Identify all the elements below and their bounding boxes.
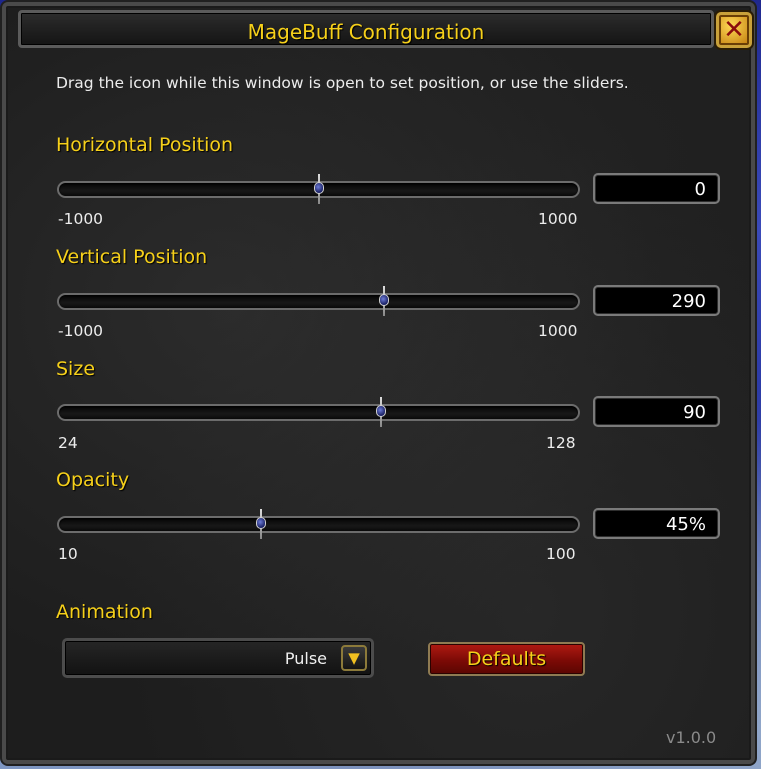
opacity-min: 10 [58, 545, 78, 563]
horizontal-position-input[interactable]: 0 [593, 173, 720, 204]
config-window: MageBuff Configuration ✕ Drag the icon w… [2, 2, 755, 764]
opacity-input[interactable]: 45% [593, 508, 720, 539]
vertical-position-min: -1000 [58, 322, 104, 340]
vertical-position-slider[interactable] [57, 286, 580, 316]
horizontal-position-slider[interactable] [57, 174, 580, 204]
size-max: 128 [546, 434, 576, 452]
animation-selected-value: Pulse [284, 649, 327, 668]
opacity-slider[interactable] [57, 509, 580, 539]
chevron-down-icon: ▼ [348, 648, 360, 667]
size-slider[interactable] [57, 397, 580, 427]
opacity-label: Opacity [56, 469, 130, 491]
description-text: Drag the icon while this window is open … [56, 74, 629, 92]
horizontal-position-thumb[interactable] [312, 174, 326, 204]
size-label: Size [56, 358, 96, 380]
window-title: MageBuff Configuration [247, 20, 485, 44]
horizontal-position-min: -1000 [58, 210, 104, 228]
size-input[interactable]: 90 [593, 396, 720, 427]
animation-dropdown-button[interactable]: ▼ [341, 645, 367, 671]
animation-dropdown[interactable]: Pulse ▼ [62, 638, 374, 678]
vertical-position-max: 1000 [538, 322, 578, 340]
vertical-position-input[interactable]: 290 [593, 285, 720, 316]
defaults-button[interactable]: Defaults [428, 642, 585, 676]
horizontal-position-max: 1000 [538, 210, 578, 228]
vertical-position-thumb[interactable] [377, 286, 391, 316]
opacity-max: 100 [546, 545, 576, 563]
opacity-thumb[interactable] [254, 509, 268, 539]
horizontal-position-label: Horizontal Position [56, 134, 234, 156]
size-min: 24 [58, 434, 78, 452]
animation-label: Animation [56, 601, 153, 623]
title-bar[interactable]: MageBuff Configuration [18, 10, 714, 48]
vertical-position-label: Vertical Position [56, 246, 208, 268]
close-x-icon: ✕ [723, 15, 745, 45]
version-label: v1.0.0 [666, 728, 717, 747]
close-button[interactable]: ✕ [716, 12, 752, 48]
size-thumb[interactable] [374, 397, 388, 427]
